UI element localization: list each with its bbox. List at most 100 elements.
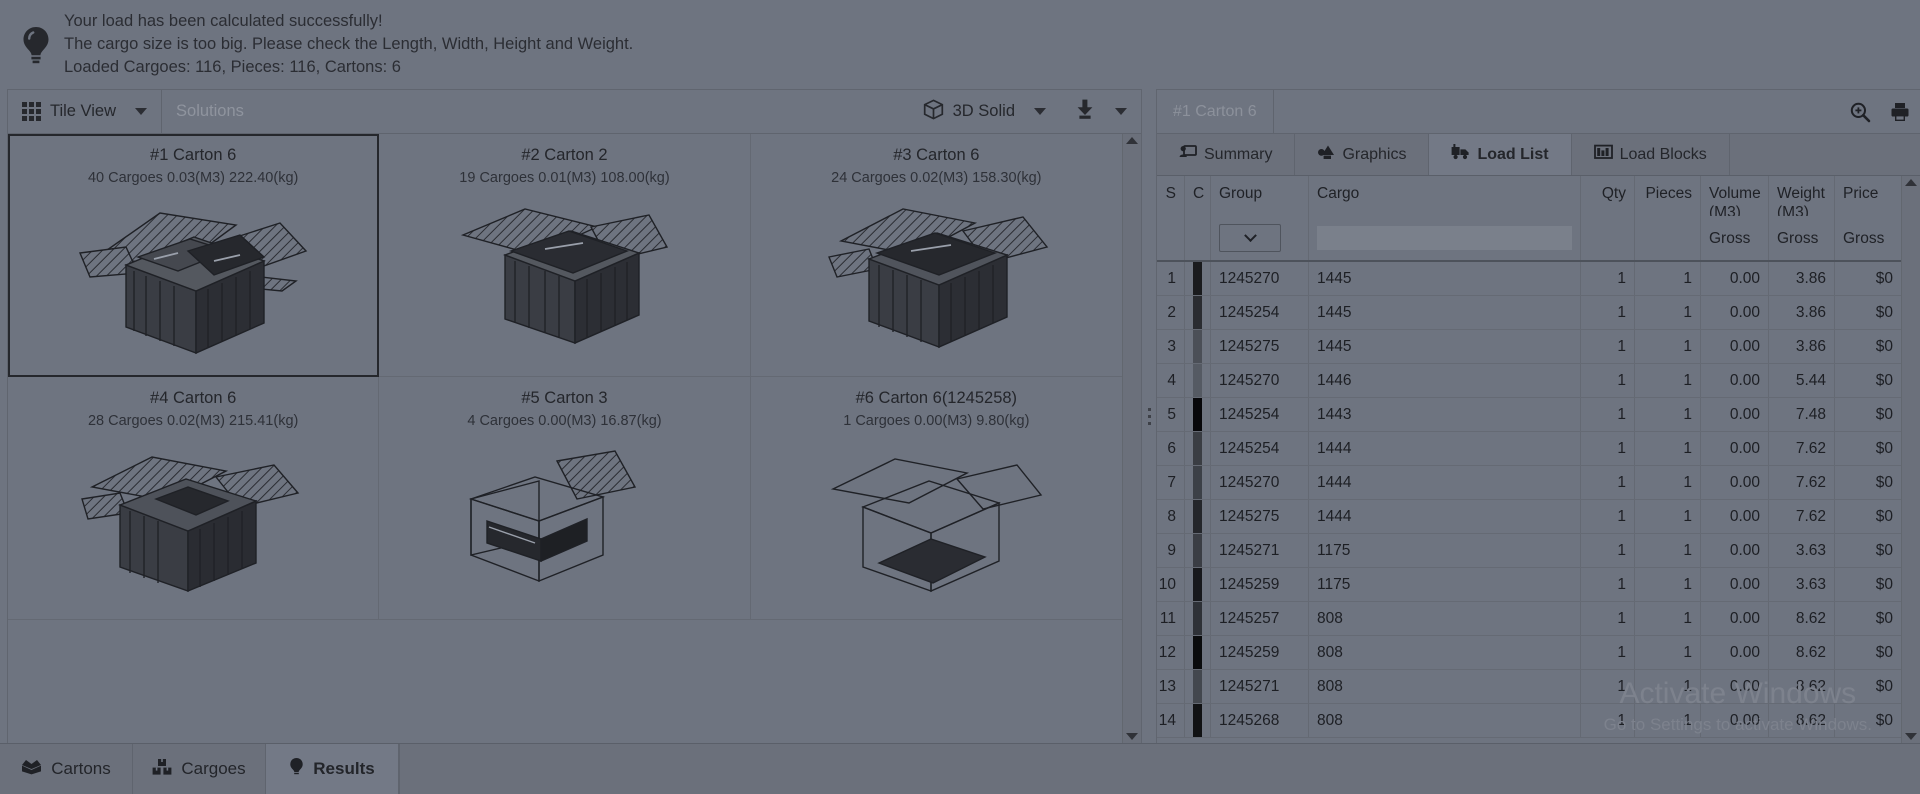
color-swatch [1193,262,1202,295]
tile-view-button[interactable]: Tile View [8,90,161,133]
printer-icon[interactable] [1880,90,1920,133]
scroll-up-arrow-icon[interactable] [1126,137,1138,144]
cell-price: $0 [1875,303,1893,321]
cell-no: 4 [1157,364,1185,397]
splitter-handle-icon [1147,407,1151,425]
tab-load-blocks[interactable]: Load Blocks [1571,134,1730,175]
table-row[interactable]: 2 1245254 1445 1 1 0.00 3.86 $0 [1157,296,1901,330]
cell-volume: 0.00 [1701,500,1769,533]
table-row[interactable]: 9 1245271 1175 1 1 0.00 3.63 $0 [1157,534,1901,568]
grid-icon [22,102,41,121]
table-scrollbar[interactable] [1901,176,1920,743]
column-header-group[interactable]: Group [1211,176,1309,216]
scroll-down-arrow-icon[interactable] [1126,733,1138,740]
table-row[interactable]: 13 1245271 808 1 1 0.00 8.62 $0 [1157,670,1901,704]
solution-tile-1[interactable]: #1 Carton 6 40 Cargoes 0.03(M3) 222.40(k… [8,134,380,377]
solution-tile-4[interactable]: #4 Carton 6 28 Cargoes 0.02(M3) 215.41(k… [8,377,380,620]
table-row[interactable]: 7 1245270 1444 1 1 0.00 7.62 $0 [1157,466,1901,500]
table-row[interactable]: 1 1245270 1445 1 1 0.00 3.86 $0 [1157,262,1901,296]
tile-view-chevron-down-icon[interactable] [135,108,148,115]
download-button[interactable] [1060,90,1141,133]
bottom-tab-cargoes[interactable]: Cargoes [133,744,266,794]
cell-qty: 1 [1581,534,1635,567]
cargo-filter-input[interactable] [1317,226,1572,250]
cell-pieces: 1 [1635,364,1701,397]
table-row[interactable]: 3 1245275 1445 1 1 0.00 3.86 $0 [1157,330,1901,364]
cell-weight: 7.62 [1769,432,1835,465]
column-header-color[interactable]: C [1185,176,1211,216]
cell-no: 14 [1157,704,1185,737]
table-row[interactable]: 6 1245254 1444 1 1 0.00 7.62 $0 [1157,432,1901,466]
color-swatch [1193,398,1202,431]
tab-summary[interactable]: Summary [1157,134,1296,175]
cell-price: $0 [1875,473,1893,491]
cell-group: 1245275 [1211,330,1309,363]
table-row[interactable]: 4 1245270 1446 1 1 0.00 5.44 $0 [1157,364,1901,398]
render-mode-chevron-down-icon[interactable] [1034,108,1046,115]
zoom-in-icon[interactable] [1840,90,1880,133]
details-tab-bar: Summary Graphics Load List Load Blocks [1157,134,1920,176]
tab-graphics[interactable]: Graphics [1295,134,1430,175]
cell-no: 10 [1157,568,1185,601]
solution-tile-3[interactable]: #3 Carton 6 24 Cargoes 0.02(M3) 158.30(k… [750,134,1122,377]
solution-tile-title: #2 Carton 2 [521,146,608,164]
notice-line-2: The cargo size is too big. Please check … [64,35,634,53]
column-header-weight[interactable]: Weight (M3) [1769,176,1835,216]
column-header-qty[interactable]: Qty [1581,176,1635,216]
cell-pieces: 1 [1635,704,1701,737]
table-row[interactable]: 10 1245259 1175 1 1 0.00 3.63 $0 [1157,568,1901,602]
cell-group: 1245268 [1211,704,1309,737]
table-row[interactable]: 14 1245268 808 1 1 0.00 8.62 $0 [1157,704,1901,738]
table-row[interactable]: 8 1245275 1444 1 1 0.00 7.62 $0 [1157,500,1901,534]
cell-cargo: 1175 [1309,568,1581,601]
render-mode-button[interactable]: 3D Solid [909,90,1060,133]
cell-group: 1245270 [1211,466,1309,499]
color-swatch [1193,636,1202,669]
cell-qty: 1 [1581,364,1635,397]
bottom-tab-cartons[interactable]: Cartons [0,744,133,794]
cell-price: $0 [1875,405,1893,423]
cell-price: $0 [1875,609,1893,627]
solutions-button[interactable]: Solutions [162,90,258,133]
cell-pieces: 1 [1635,432,1701,465]
solution-tile-2[interactable]: #2 Carton 2 19 Cargoes 0.01(M3) 108.00(k… [379,134,751,377]
column-header-pieces[interactable]: Pieces [1635,176,1701,216]
cell-no: 11 [1157,602,1185,635]
solutions-scrollbar[interactable] [1122,134,1141,743]
column-header-price[interactable]: Price [1835,176,1901,216]
cell-qty: 1 [1581,670,1635,703]
solution-tile-subtitle: 19 Cargoes 0.01(M3) 108.00(kg) [459,170,670,186]
solution-tile-6[interactable]: #6 Carton 6(1245258) 1 Cargoes 0.00(M3) … [750,377,1122,620]
table-row[interactable]: 11 1245257 808 1 1 0.00 8.62 $0 [1157,602,1901,636]
panel-splitter[interactable] [1142,89,1156,743]
tab-bar-filler [1729,134,1920,175]
cell-qty: 1 [1581,500,1635,533]
table-row[interactable]: 5 1245254 1443 1 1 0.00 7.48 $0 [1157,398,1901,432]
cell-price: $0 [1875,541,1893,559]
scroll-down-arrow-icon[interactable] [1905,733,1917,740]
carton-3d-preview [751,431,1122,619]
cell-volume: 0.00 [1701,670,1769,703]
row-color-swatch [1185,432,1211,465]
color-swatch [1193,330,1202,363]
cube-icon [923,98,944,125]
solution-tile-5[interactable]: #5 Carton 3 4 Cargoes 0.00(M3) 16.87(kg) [379,377,751,620]
group-filter-select[interactable] [1219,224,1281,252]
bottom-tab-results[interactable]: Results [266,744,399,794]
table-row[interactable]: 12 1245259 808 1 1 0.00 8.62 $0 [1157,636,1901,670]
column-header-no[interactable]: S [1157,176,1185,216]
table-filter-row: Gross Gross Gross [1157,216,1901,262]
render-mode-label: 3D Solid [952,102,1015,120]
column-header-volume[interactable]: Volume (M3) [1701,176,1769,216]
tab-label: Load Blocks [1619,145,1707,163]
tab-load-list[interactable]: Load List [1429,134,1572,175]
column-header-cargo[interactable]: Cargo [1309,176,1581,216]
cell-no: 12 [1157,636,1185,669]
cell-weight: 7.62 [1769,466,1835,499]
scroll-up-arrow-icon[interactable] [1905,179,1917,186]
download-chevron-down-icon[interactable] [1115,108,1127,115]
cell-weight: 8.62 [1769,602,1835,635]
cell-no: 9 [1157,534,1185,567]
row-color-swatch [1185,602,1211,635]
cell-volume: 0.00 [1701,602,1769,635]
